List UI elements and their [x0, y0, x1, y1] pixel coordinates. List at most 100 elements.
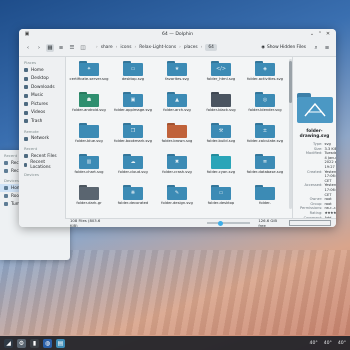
sidebar-item-downloads[interactable]: Downloads [19, 83, 65, 92]
sidebar-item-pictures[interactable]: Pictures [19, 100, 65, 109]
build-folder-icon: ⚒ [211, 123, 231, 138]
title-bar[interactable]: ▣ 64 — Dolphin ⌄ ⌃ ✕ [19, 29, 336, 39]
file-item[interactable]: ▥ folder-chart.svg [67, 152, 111, 183]
folder-icon [255, 185, 275, 200]
sidebar-item-label: Trash [31, 118, 43, 124]
sidebar-item-label: Recent Locations [30, 159, 51, 170]
desktop-icon [24, 76, 28, 81]
tray-temperature[interactable]: 40° [324, 341, 332, 346]
sidebar-item-label: Downloads [31, 84, 55, 90]
file-item-label: folder-appimage.svg [114, 108, 152, 112]
metadata-key: Created: [307, 169, 323, 174]
tray-temperature[interactable]: 40° [310, 341, 318, 346]
crash-folder-icon: ✖ [167, 154, 187, 169]
sidebar-item-label: Recent Files [31, 153, 57, 159]
file-item[interactable]: ▭ folder-desktop [199, 183, 243, 214]
rating-stars[interactable]: ★★★★★ [323, 211, 336, 216]
settings-icon[interactable]: ⚙ [17, 338, 26, 348]
minimize-button[interactable]: ⌄ [309, 31, 315, 37]
dolphin-task-icon[interactable]: ▤ [56, 338, 65, 348]
file-item[interactable]: folder-brown.svg [155, 121, 199, 152]
zoom-slider[interactable] [206, 220, 251, 226]
file-item[interactable]: ☗ folder-android.svg [67, 90, 111, 121]
app-menu-icon[interactable]: ▣ [24, 31, 30, 37]
file-item[interactable]: ★ favorites.svg [155, 59, 199, 90]
hamburger-menu-icon[interactable]: ≡ [323, 44, 331, 52]
sidebar-item-trash[interactable]: Trash [19, 117, 65, 126]
sidebar-item-label: Pictures [31, 101, 49, 107]
network-icon [24, 136, 28, 141]
sidebar-item-network[interactable]: Network [19, 135, 65, 144]
file-item[interactable]: folder-dark-gr [67, 183, 111, 214]
show-hidden-files-label: Show Hidden Files [266, 45, 306, 50]
tray-temperature[interactable]: 40° [338, 341, 346, 346]
breadcrumb-item[interactable]: share [101, 45, 113, 50]
close-button[interactable]: ✕ [325, 31, 331, 37]
file-item-label: folder-bookmark.svg [114, 139, 152, 143]
system-tray: 40° 40° 40° [310, 341, 346, 346]
dolphin-window[interactable]: ▣ 64 — Dolphin ⌄ ⌃ ✕ ‹ › ▦ ≡ ☰ ◫ › share… [19, 29, 336, 227]
bookmark-folder-icon: ❒ [123, 123, 143, 138]
trash-icon [24, 119, 28, 124]
file-item[interactable]: ▭ desktop.svg [111, 59, 155, 90]
file-item[interactable]: ≣ folder-database.svg [243, 152, 287, 183]
file-item[interactable]: ▲ folder-arch.svg [155, 90, 199, 121]
sidebar-item-desktop[interactable]: Desktop [19, 75, 65, 84]
file-item[interactable]: ◎ folder-blender.svg [243, 90, 287, 121]
breadcrumb-current[interactable]: 64 [205, 44, 217, 51]
sidebar-item-home[interactable]: Home [19, 66, 65, 75]
file-item[interactable]: ✎ folder-design.svg [155, 183, 199, 214]
file-view[interactable]: ✦ certificate-server.svg ▭ desktop.svg ★ favo… [66, 57, 288, 219]
forward-arrow-icon[interactable]: › [35, 44, 43, 52]
certificate-folder-icon: ✦ [79, 61, 99, 76]
breadcrumb-item[interactable]: Relax-Light-Icons [139, 45, 176, 50]
file-item[interactable]: ▣ folder-appimage.svg [111, 90, 155, 121]
file-item[interactable]: folder-blue.svg [67, 121, 111, 152]
sidebar-item-music[interactable]: Music [19, 92, 65, 101]
zoom-slider-handle[interactable] [217, 220, 223, 226]
maximize-button[interactable]: ⌃ [317, 31, 323, 37]
breadcrumb-item[interactable]: places [184, 45, 198, 50]
file-item-label: folder-decorated [117, 201, 149, 205]
file-item[interactable]: </> folder_html.svg [199, 59, 243, 90]
sidebar-item-recent-locations[interactable]: Recent Locations [19, 159, 65, 170]
file-metadata-table: Type:svgSize:3.3 KiBModified:Tuesday, 4 … [299, 142, 336, 220]
file-item-label: favorites.svg [165, 77, 189, 81]
file-item[interactable]: folder- [243, 183, 287, 214]
file-item[interactable]: ◈ folder-activities.svg [243, 59, 287, 90]
split-view-icon[interactable]: ◫ [79, 44, 87, 52]
html-folder-icon: </> [211, 61, 231, 76]
breadcrumb-item[interactable]: icons [120, 45, 131, 50]
compact-view-icon[interactable]: ≡ [57, 44, 65, 52]
information-panel: folder-drawing.svg Type: svg Size: 3.3 KiB M… [292, 57, 336, 220]
browser-icon[interactable]: ◍ [43, 338, 52, 348]
metadata-value: Yesterday, 17:06:22 CET [324, 183, 336, 197]
metadata-row: Accessed:Yesterday, 17:06:22 CET [299, 183, 336, 197]
file-item[interactable]: ❒ folder-bookmark.svg [111, 121, 155, 152]
file-item[interactable]: ☁ folder-cloud.svg [111, 152, 155, 183]
show-hidden-files-button[interactable]: ◉ Show Hidden Files [258, 44, 309, 51]
details-view-icon[interactable]: ☰ [68, 44, 76, 52]
breadcrumb-separator-icon: › [134, 45, 137, 50]
metadata-key: Modified: [305, 151, 323, 156]
metadata-value: Tuesday, 4 January 2022 at 19:27 CET [324, 151, 336, 169]
sidebar-item-label: Desktop [31, 76, 49, 82]
sidebar-item-videos[interactable]: Videos [19, 109, 65, 118]
terminal-icon[interactable]: ▮ [30, 338, 39, 348]
file-item[interactable]: ✖ folder-crash.svg [155, 152, 199, 183]
file-item-label: folder-black.svg [206, 108, 236, 112]
desktop-folder-icon: ▭ [211, 185, 231, 200]
file-item[interactable]: folder-black.svg [199, 90, 243, 121]
search-icon[interactable]: ⌕ [312, 44, 320, 52]
calculate-folder-icon: ± [255, 123, 275, 138]
file-item[interactable]: ✦ certificate-server.svg [67, 59, 111, 90]
file-item[interactable]: ± folder-calculate.svg [243, 121, 287, 152]
file-item[interactable]: ❋ folder-decorated [111, 183, 155, 214]
icons-view-icon[interactable]: ▦ [46, 43, 54, 52]
back-arrow-icon[interactable]: ‹ [24, 44, 32, 52]
file-item[interactable]: ⚒ folder-build.svg [199, 121, 243, 152]
file-item[interactable]: folder-cyan.svg [199, 152, 243, 183]
appimage-folder-icon: ▣ [123, 92, 143, 107]
app-launcher-icon[interactable]: ◢ [4, 338, 13, 348]
file-item-label: certificate-server.svg [69, 77, 109, 81]
